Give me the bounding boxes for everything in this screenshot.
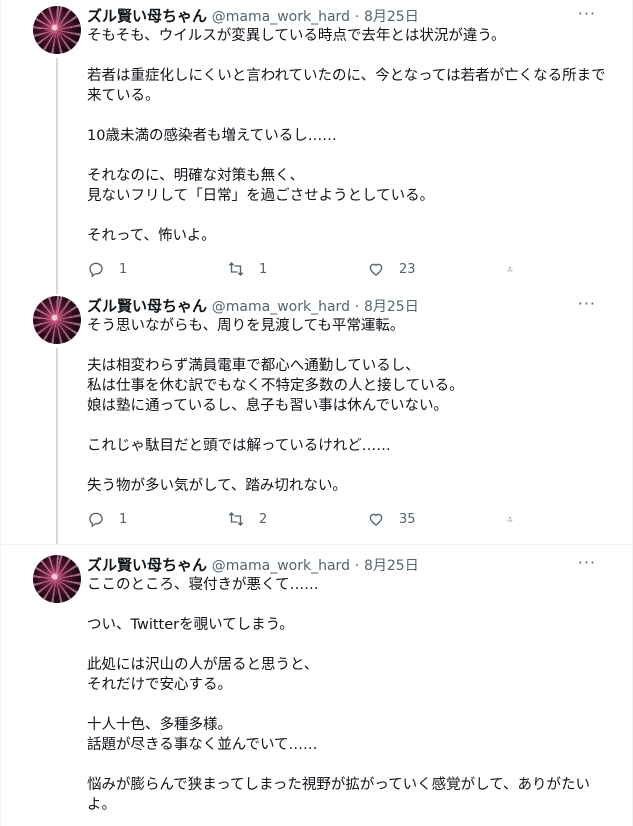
- retweet-button[interactable]: 1: [227, 260, 337, 278]
- retweet-count: 1: [259, 261, 268, 277]
- like-count: 35: [399, 511, 416, 527]
- tweet-paragraph: 10歳未満の感染者も増えているし……: [87, 128, 337, 144]
- display-name[interactable]: ズル賢い母ちゃん: [87, 7, 207, 25]
- more-icon[interactable]: ···: [578, 294, 596, 314]
- display-name[interactable]: ズル賢い母ちゃん: [87, 556, 207, 574]
- reply-count: 1: [119, 261, 128, 277]
- separator-dot: ·: [354, 299, 360, 315]
- tweet-paragraph: そもそも、ウイルスが変異している時点で去年とは状況が違う。: [87, 28, 506, 44]
- separator-dot: ·: [354, 9, 360, 25]
- like-icon: [369, 513, 383, 526]
- tweet-actions: 1 2 35: [87, 509, 527, 529]
- share-icon: [507, 266, 513, 272]
- like-button[interactable]: 23: [367, 260, 477, 278]
- reply-button[interactable]: 1: [87, 510, 197, 528]
- tweet-text: そう思いながらも、周りを見渡しても平常運転。 夫は相変わらず満員電車で都心へ通勤…: [87, 316, 616, 496]
- share-button[interactable]: [507, 510, 527, 528]
- tweet-paragraph: 十人十色、多種多様。 話題が尽きる事なく並んでいて……: [87, 717, 318, 753]
- tweet-paragraph: それなのに、明確な対策も無く、 見ないフリして「日常」を過ごさせようとしている。: [87, 168, 435, 204]
- tweet-paragraph: それって、怖いよ。: [87, 228, 216, 244]
- tweet-header: ズル賢い母ちゃん @mama_work_hard · 8月25日 ···: [87, 545, 616, 575]
- avatar[interactable]: [33, 296, 81, 344]
- user-handle[interactable]: @mama_work_hard: [212, 9, 350, 25]
- tweet-date[interactable]: 8月25日: [364, 299, 419, 315]
- tweet-text: ここのところ、寝付きが悪くて…… つい、Twitterを覗いてしまう。 此処には…: [87, 575, 616, 815]
- tweet[interactable]: ズル賢い母ちゃん @mama_work_hard · 8月25日 ··· ここの…: [1, 545, 632, 826]
- avatar[interactable]: [33, 555, 81, 603]
- like-button[interactable]: 35: [367, 510, 477, 528]
- thread-line: [56, 58, 58, 290]
- share-icon: [507, 516, 513, 522]
- like-count: 23: [399, 261, 416, 277]
- tweet-text: そもそも、ウイルスが変異している時点で去年とは状況が違う。 若者は重症化しにくい…: [87, 26, 616, 246]
- user-handle[interactable]: @mama_work_hard: [212, 558, 350, 574]
- tweet-paragraph: 此処には沢山の人が居ると思うと、 それだけで安心する。: [87, 657, 319, 693]
- more-icon[interactable]: ···: [578, 4, 596, 24]
- separator-dot: ·: [354, 558, 360, 574]
- user-handle[interactable]: @mama_work_hard: [212, 299, 350, 315]
- tweet-header: ズル賢い母ちゃん @mama_work_hard · 8月25日 ···: [87, 0, 616, 26]
- thread-line: [56, 348, 58, 545]
- tweet[interactable]: ズル賢い母ちゃん @mama_work_hard · 8月25日 ··· そう思…: [1, 290, 632, 545]
- tweet-paragraph: これじゃ駄目だと頭では解っているけれど……: [87, 438, 391, 454]
- tweet-actions: 1 1 23: [87, 259, 527, 279]
- tweet-paragraph: 若者は重症化しにくいと言われていたのに、今となっては若者が亡くなる所まで来ている…: [87, 68, 606, 104]
- tweet[interactable]: ズル賢い母ちゃん @mama_work_hard · 8月25日 ··· そもそ…: [1, 0, 632, 290]
- retweet-count: 2: [259, 511, 268, 527]
- like-icon: [369, 263, 383, 276]
- retweet-button[interactable]: 2: [227, 510, 337, 528]
- tweet-paragraph: 失う物が多い気がして、踏み切れない。: [87, 478, 347, 494]
- avatar[interactable]: [33, 6, 81, 54]
- more-icon[interactable]: ···: [578, 553, 596, 573]
- thread-line: [56, 290, 58, 294]
- reply-icon: [89, 262, 103, 278]
- tweet-date[interactable]: 8月25日: [364, 9, 419, 25]
- tweet-paragraph: 夫は相変わらず満員電車で都心へ通勤しているし、 私は仕事を休む訳でもなく不特定多…: [87, 358, 464, 414]
- share-button[interactable]: [507, 260, 527, 278]
- tweet-paragraph: 悩みが膨らんで狭まってしまった視野が拡がっていく感覚がして、ありがたいよ。: [87, 777, 591, 813]
- tweet-paragraph: つい、Twitterを覗いてしまう。: [87, 617, 294, 633]
- retweet-icon: [228, 512, 244, 526]
- timeline: ズル賢い母ちゃん @mama_work_hard · 8月25日 ··· そもそ…: [0, 0, 633, 826]
- reply-icon: [89, 512, 103, 528]
- retweet-icon: [228, 262, 244, 276]
- tweet-paragraph: ここのところ、寝付きが悪くて……: [87, 577, 319, 593]
- display-name[interactable]: ズル賢い母ちゃん: [87, 297, 207, 315]
- tweet-paragraph: そう思いながらも、周りを見渡しても平常運転。: [87, 318, 405, 334]
- reply-count: 1: [119, 511, 128, 527]
- tweet-header: ズル賢い母ちゃん @mama_work_hard · 8月25日 ···: [87, 290, 616, 316]
- reply-button[interactable]: 1: [87, 260, 197, 278]
- tweet-date[interactable]: 8月25日: [364, 558, 419, 574]
